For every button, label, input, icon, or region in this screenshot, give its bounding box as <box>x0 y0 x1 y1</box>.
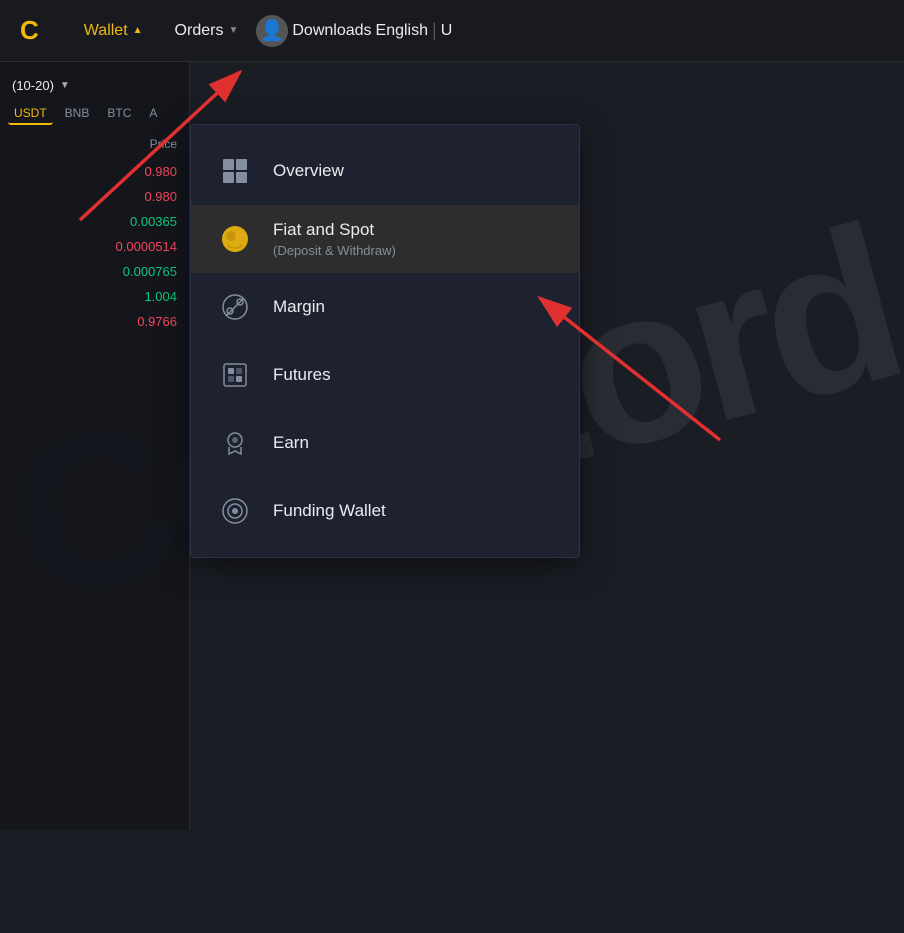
filter-chevron-icon: ▼ <box>60 80 70 91</box>
nav-divider: | <box>432 20 437 41</box>
downloads-nav-item[interactable]: Downloads <box>292 22 371 40</box>
dropdown-item-margin[interactable]: Margin <box>191 273 579 341</box>
overview-text: Overview <box>273 161 344 181</box>
price-row: 0.980 <box>0 159 189 184</box>
navbar: C Wallet ▲ Orders ▼ 👤 Downloads English … <box>0 0 904 62</box>
overview-title: Overview <box>273 161 344 181</box>
coin-tab-btc[interactable]: BTC <box>101 103 137 125</box>
orders-label: Orders <box>175 22 224 40</box>
sidebar: (10-20) ▼ USDT BNB BTC A Price 0.980 0.9… <box>0 62 190 830</box>
price-row: 0.980 <box>0 184 189 209</box>
fiat-spot-subtitle: (Deposit & Withdraw) <box>273 243 396 258</box>
dropdown-item-futures[interactable]: Futures <box>191 341 579 409</box>
coin-tab-bnb[interactable]: BNB <box>59 103 96 125</box>
earn-icon <box>215 423 255 463</box>
funding-wallet-text: Funding Wallet <box>273 501 386 521</box>
dropdown-item-earn[interactable]: Earn <box>191 409 579 477</box>
funding-wallet-title: Funding Wallet <box>273 501 386 521</box>
price-value: 0.980 <box>144 189 177 204</box>
english-nav-item[interactable]: English <box>376 22 428 40</box>
price-value: 0.0000514 <box>116 239 177 254</box>
price-row: 0.00365 <box>0 209 189 234</box>
coin-tab-a[interactable]: A <box>143 103 163 125</box>
logo: C <box>20 15 40 46</box>
price-row: 0.0000514 <box>0 234 189 259</box>
margin-icon <box>215 287 255 327</box>
price-value: 0.980 <box>144 164 177 179</box>
price-value: 1.004 <box>144 289 177 304</box>
price-header-label: Price <box>150 137 177 151</box>
price-list: 0.980 0.980 0.00365 0.0000514 0.000765 1… <box>0 159 189 334</box>
filter-label: (10-20) <box>12 78 54 93</box>
main-content: (10-20) ▼ USDT BNB BTC A Price 0.980 0.9… <box>0 62 904 830</box>
price-header: Price <box>0 129 189 159</box>
price-row: 0.9766 <box>0 309 189 334</box>
futures-title: Futures <box>273 365 331 385</box>
price-row: 1.004 <box>0 284 189 309</box>
english-label: English <box>376 22 428 39</box>
futures-icon <box>215 355 255 395</box>
price-row: 0.000765 <box>0 259 189 284</box>
wallet-nav-item[interactable]: Wallet ▲ <box>70 14 157 48</box>
coin-tab-usdt[interactable]: USDT <box>8 103 53 125</box>
sidebar-filter[interactable]: (10-20) ▼ <box>0 72 189 99</box>
orders-nav-item[interactable]: Orders ▼ <box>161 14 253 48</box>
coin-tabs: USDT BNB BTC A <box>0 99 189 129</box>
user-nav-item[interactable]: U <box>441 22 453 40</box>
navbar-links: Wallet ▲ Orders ▼ 👤 Downloads English | … <box>70 14 452 48</box>
futures-text: Futures <box>273 365 331 385</box>
wallet-chevron-icon: ▲ <box>133 25 143 36</box>
fiat-spot-icon <box>215 219 255 259</box>
funding-wallet-icon <box>215 491 255 531</box>
earn-text: Earn <box>273 433 309 453</box>
dropdown-item-overview[interactable]: Overview <box>191 137 579 205</box>
dropdown-item-funding-wallet[interactable]: Funding Wallet <box>191 477 579 545</box>
price-value: 0.000765 <box>123 264 177 279</box>
dropdown-item-fiat-spot[interactable]: Fiat and Spot (Deposit & Withdraw) <box>191 205 579 273</box>
dropdown-menu: Overview Fiat and Spot (Deposit & Withdr… <box>190 124 580 558</box>
u-label: U <box>441 22 453 39</box>
overview-icon <box>215 151 255 191</box>
fiat-spot-title: Fiat and Spot <box>273 220 396 240</box>
margin-title: Margin <box>273 297 325 317</box>
orders-chevron-icon: ▼ <box>228 25 238 36</box>
wallet-label: Wallet <box>84 22 128 40</box>
wallet-dropdown: Overview Fiat and Spot (Deposit & Withdr… <box>190 124 580 558</box>
earn-title: Earn <box>273 433 309 453</box>
downloads-label: Downloads <box>292 22 371 39</box>
price-value: 0.00365 <box>130 214 177 229</box>
margin-text: Margin <box>273 297 325 317</box>
price-value: 0.9766 <box>137 314 177 329</box>
avatar-icon[interactable]: 👤 <box>256 15 288 47</box>
fiat-spot-text: Fiat and Spot (Deposit & Withdraw) <box>273 220 396 258</box>
logo-area: C <box>20 15 40 46</box>
